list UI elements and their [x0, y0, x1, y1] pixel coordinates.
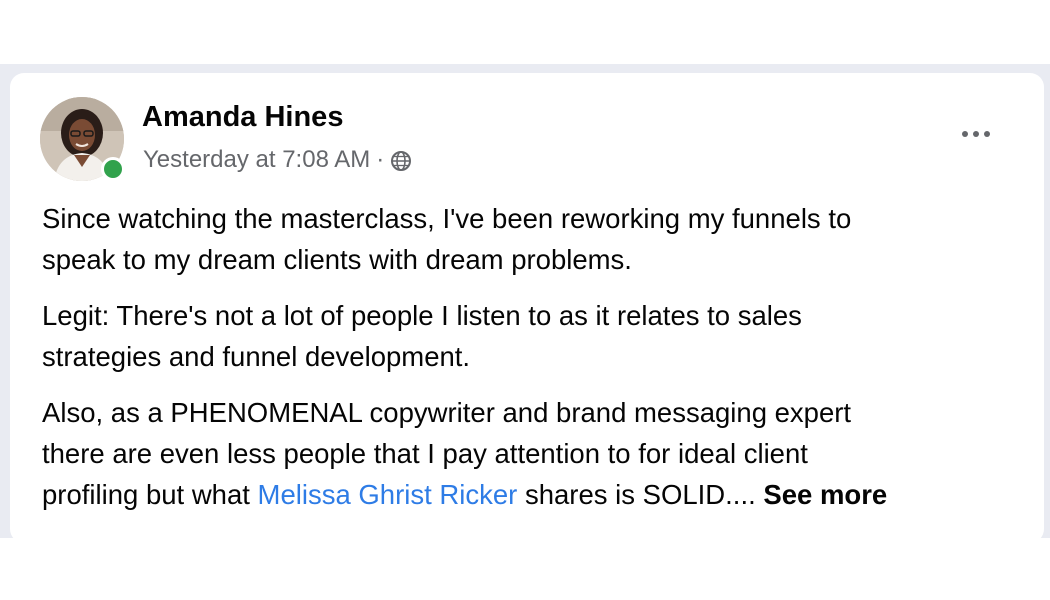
post-line: speak to my dream clients with dream pro…	[42, 244, 632, 275]
meta-separator: ·	[376, 146, 385, 173]
more-dot	[962, 131, 968, 137]
post-body: Since watching the masterclass, I've bee…	[42, 198, 1032, 530]
post-paragraph-3: Also, as a PHENOMENAL copywriter and bra…	[42, 392, 1032, 515]
more-dot	[984, 131, 990, 137]
author-avatar[interactable]	[40, 97, 125, 181]
online-status-indicator	[101, 157, 125, 181]
more-options-icon[interactable]	[955, 122, 997, 146]
post-line: strategies and funnel development.	[42, 341, 471, 372]
post-paragraph-1: Since watching the masterclass, I've bee…	[42, 198, 1032, 280]
post-line: there are even less people that I pay at…	[42, 438, 808, 469]
post-line-segment: shares is SOLID....	[517, 479, 764, 510]
post-timestamp[interactable]: Yesterday at 7:08 AM	[143, 146, 370, 174]
more-dot	[973, 131, 979, 137]
post-line: Since watching the masterclass, I've bee…	[42, 203, 852, 234]
post-line: Also, as a PHENOMENAL copywriter and bra…	[42, 397, 852, 428]
post-line-segment: profiling but what	[42, 479, 258, 510]
post-paragraph-2: Legit: There's not a lot of people I lis…	[42, 295, 1032, 377]
post-meta: Yesterday at 7:08 AM ·	[143, 146, 412, 174]
see-more-link[interactable]: See more	[763, 479, 887, 510]
mention-link[interactable]: Melissa Ghrist Ricker	[258, 479, 518, 510]
author-name[interactable]: Amanda Hines	[142, 101, 343, 134]
globe-icon[interactable]	[390, 150, 412, 172]
post-line: Legit: There's not a lot of people I lis…	[42, 300, 802, 331]
